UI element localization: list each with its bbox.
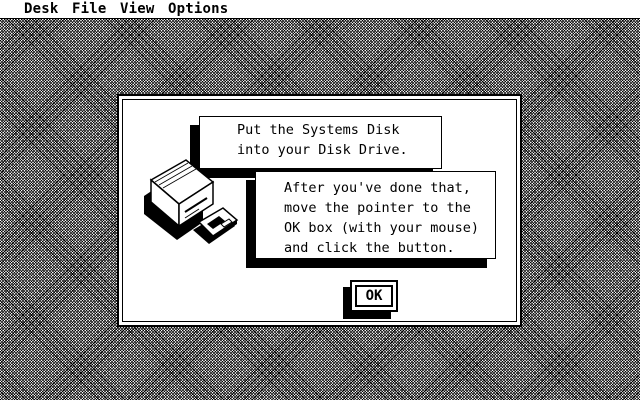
- message-line: Put the Systems Disk: [237, 122, 400, 138]
- ok-button-label[interactable]: OK: [355, 285, 393, 307]
- menu-file[interactable]: File: [72, 1, 107, 17]
- ok-button[interactable]: OK: [350, 280, 398, 312]
- dialog-inner-border: Put the Systems Disk into your Disk Driv…: [122, 99, 517, 322]
- message-line: After you've done that,: [284, 180, 471, 196]
- message-line: move the pointer to the: [284, 200, 471, 216]
- menu-bar: Desk File View Options: [0, 0, 640, 19]
- message-line: and click the button.: [284, 240, 455, 256]
- menu-desk[interactable]: Desk: [24, 1, 59, 17]
- ok-button-shadow: OK: [350, 280, 398, 312]
- message-line: into your Disk Drive.: [237, 142, 408, 158]
- instruction-message: After you've done that, move the pointer…: [255, 171, 496, 259]
- menu-view[interactable]: View: [120, 1, 155, 17]
- insert-disk-dialog: Put the Systems Disk into your Disk Driv…: [117, 94, 522, 327]
- disk-drive-icon: [144, 159, 239, 244]
- menu-options[interactable]: Options: [168, 1, 228, 17]
- message-line: OK box (with your mouse): [284, 220, 480, 236]
